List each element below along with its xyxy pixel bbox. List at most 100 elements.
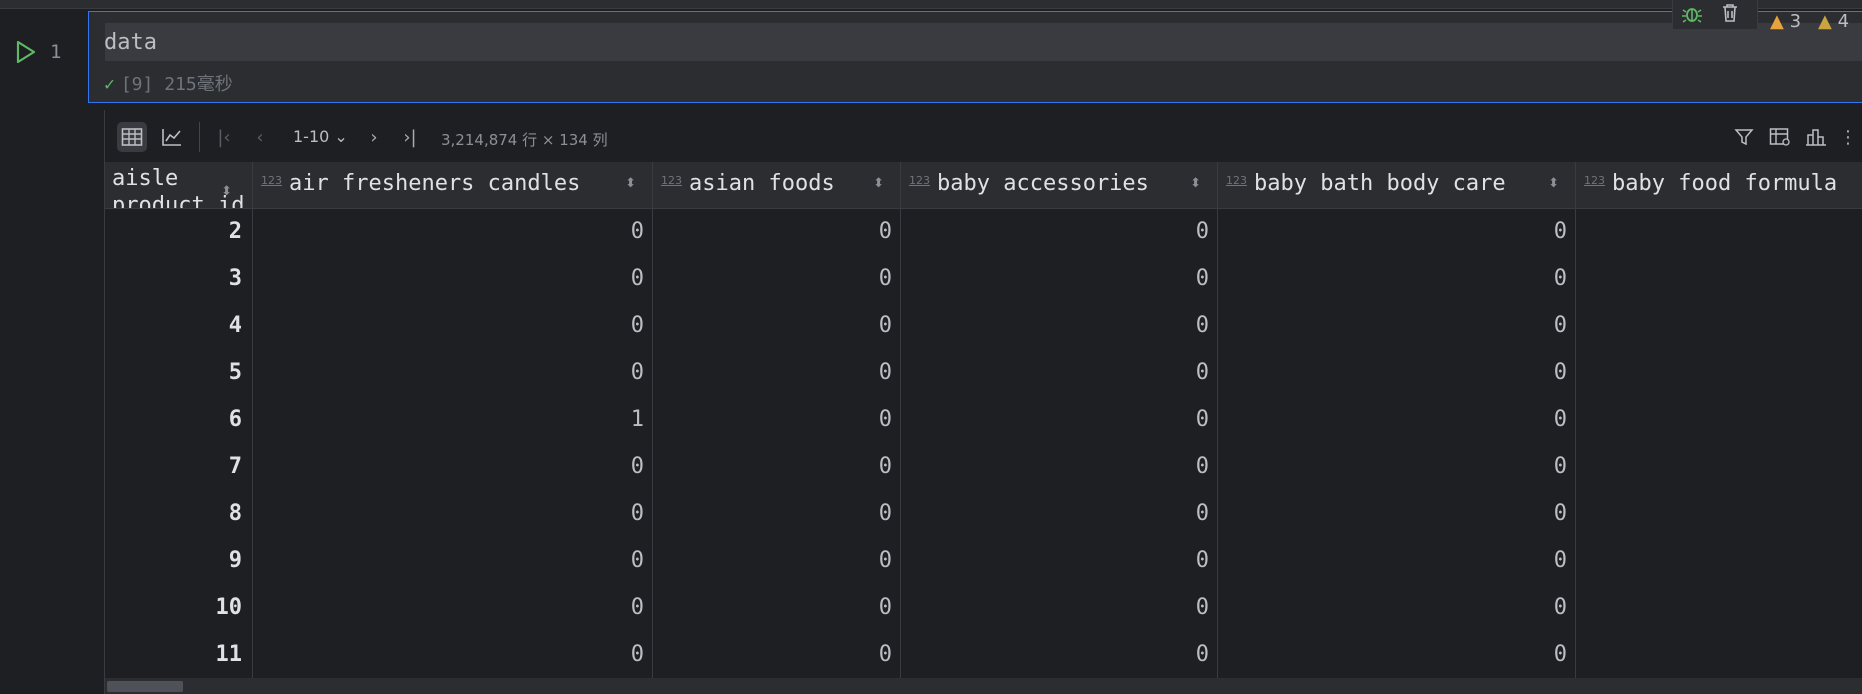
index-column-header[interactable]: aisle product_id ⬍	[105, 162, 253, 208]
chart-view-icon[interactable]	[157, 122, 187, 152]
table-cell[interactable]: 0	[1218, 631, 1576, 678]
table-row[interactable]: 11 0 0 0 0	[105, 631, 1862, 678]
table-cell[interactable]: 0	[653, 208, 901, 255]
table-cell[interactable]: 0	[253, 349, 653, 396]
table-cell[interactable]	[1576, 302, 1862, 349]
table-cell[interactable]: 0	[253, 302, 653, 349]
table-cell[interactable]: 0	[653, 302, 901, 349]
row-index-cell[interactable]: 6	[105, 396, 253, 443]
table-cell[interactable]	[1576, 255, 1862, 302]
table-row[interactable]: 20000	[105, 208, 1862, 255]
table-cell[interactable]: 0	[901, 631, 1218, 678]
page-range-selector[interactable]: 1-10 ⌄	[293, 127, 348, 146]
table-cell[interactable]	[1576, 208, 1862, 255]
table-cell[interactable]: 0	[901, 443, 1218, 490]
table-cell[interactable]	[1576, 631, 1862, 678]
table-cell[interactable]: 0	[901, 255, 1218, 302]
debug-icon[interactable]	[1681, 3, 1703, 25]
table-cell[interactable]: 0	[253, 584, 653, 631]
more-options-icon[interactable]: ⋮	[1833, 122, 1862, 152]
row-index-cell[interactable]: 3	[105, 255, 253, 302]
sort-icon[interactable]: ⬍	[221, 184, 232, 199]
table-cell[interactable]: 0	[1218, 537, 1576, 584]
table-cell[interactable]: 0	[253, 443, 653, 490]
column-header[interactable]: 123 baby bath body care ⬍	[1218, 162, 1576, 208]
row-index-cell[interactable]: 7	[105, 443, 253, 490]
sort-icon[interactable]: ⬍	[1190, 176, 1201, 191]
row-index-cell[interactable]: 4	[105, 302, 253, 349]
table-cell[interactable]: 0	[1218, 490, 1576, 537]
table-cell[interactable]	[1576, 584, 1862, 631]
table-row[interactable]: 61000	[105, 396, 1862, 443]
next-page-icon[interactable]: ›	[359, 122, 389, 152]
warning-indicator-1[interactable]: ▲ 3	[1770, 11, 1801, 32]
table-cell[interactable]: 0	[653, 537, 901, 584]
table-cell[interactable]: 0	[1218, 302, 1576, 349]
table-cell[interactable]	[1576, 396, 1862, 443]
delete-cell-icon[interactable]	[1719, 2, 1741, 24]
table-cell[interactable]: 0	[901, 396, 1218, 443]
row-index-cell[interactable]: 10	[105, 584, 253, 631]
table-cell[interactable]: 0	[901, 208, 1218, 255]
table-cell[interactable]	[1576, 443, 1862, 490]
table-view-icon[interactable]	[117, 122, 147, 152]
table-cell[interactable]: 0	[901, 537, 1218, 584]
table-row[interactable]: 80000	[105, 490, 1862, 537]
row-index-cell[interactable]: 9	[105, 537, 253, 584]
table-cell[interactable]	[1576, 490, 1862, 537]
table-cell[interactable]: 0	[1218, 396, 1576, 443]
column-visibility-icon[interactable]	[1765, 122, 1795, 152]
table-row[interactable]: 40000	[105, 302, 1862, 349]
column-header[interactable]: 123 air fresheners candles ⬍	[253, 162, 653, 208]
table-cell[interactable]: 0	[1218, 255, 1576, 302]
sort-icon[interactable]: ⬍	[625, 176, 636, 191]
table-cell[interactable]: 0	[253, 255, 653, 302]
table-cell[interactable]: 0	[253, 631, 653, 678]
last-page-icon[interactable]: ›|	[395, 122, 425, 152]
table-cell[interactable]: 0	[653, 443, 901, 490]
table-row[interactable]: 10 0 0 0 0	[105, 584, 1862, 631]
column-header[interactable]: 123 asian foods ⬍	[653, 162, 901, 208]
row-index-cell[interactable]: 2	[105, 208, 253, 255]
table-row[interactable]: 30000	[105, 255, 1862, 302]
table-cell[interactable]: 0	[253, 490, 653, 537]
scrollbar-thumb[interactable]	[107, 681, 183, 692]
horizontal-scrollbar[interactable]	[105, 678, 1862, 694]
table-cell[interactable]: 0	[253, 537, 653, 584]
row-index-cell[interactable]: 5	[105, 349, 253, 396]
table-row[interactable]: 70000	[105, 443, 1862, 490]
run-cell-icon[interactable]	[12, 39, 38, 65]
table-cell[interactable]: 0	[901, 302, 1218, 349]
code-cell[interactable]	[88, 11, 1862, 103]
code-text[interactable]: data	[104, 30, 157, 55]
table-cell[interactable]: 0	[1218, 584, 1576, 631]
table-cell[interactable]: 0	[653, 349, 901, 396]
table-cell[interactable]: 0	[653, 396, 901, 443]
filter-icon[interactable]	[1729, 122, 1759, 152]
table-cell[interactable]: 0	[253, 208, 653, 255]
column-statistics-icon[interactable]	[1801, 122, 1831, 152]
table-cell[interactable]: 0	[653, 584, 901, 631]
table-row[interactable]: 90000	[105, 537, 1862, 584]
table-cell[interactable]: 0	[901, 584, 1218, 631]
table-cell[interactable]: 0	[1218, 349, 1576, 396]
column-header[interactable]: 123 baby accessories ⬍	[901, 162, 1218, 208]
sort-icon[interactable]: ⬍	[873, 176, 884, 191]
table-cell[interactable]: 0	[901, 349, 1218, 396]
previous-page-icon[interactable]: ‹	[245, 122, 275, 152]
row-index-cell[interactable]: 11	[105, 631, 253, 678]
table-cell[interactable]	[1576, 537, 1862, 584]
table-cell[interactable]: 0	[1218, 443, 1576, 490]
table-cell[interactable]: 0	[653, 255, 901, 302]
table-cell[interactable]: 1	[253, 396, 653, 443]
table-cell[interactable]	[1576, 349, 1862, 396]
table-row[interactable]: 50000	[105, 349, 1862, 396]
warning-indicator-2[interactable]: ▲ 4	[1818, 11, 1849, 32]
table-cell[interactable]: 0	[901, 490, 1218, 537]
sort-icon[interactable]: ⬍	[1548, 176, 1559, 191]
first-page-icon[interactable]: |‹	[209, 122, 239, 152]
table-cell[interactable]: 0	[653, 490, 901, 537]
table-cell[interactable]: 0	[1218, 208, 1576, 255]
table-cell[interactable]: 0	[653, 631, 901, 678]
row-index-cell[interactable]: 8	[105, 490, 253, 537]
